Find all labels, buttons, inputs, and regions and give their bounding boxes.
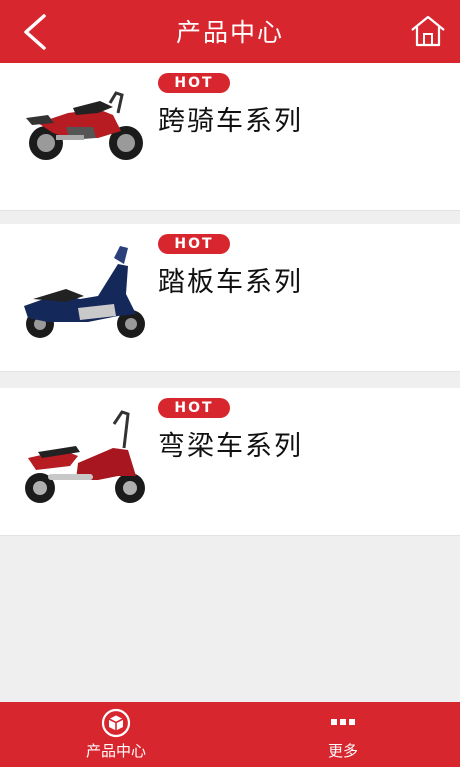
box-circle-icon: [101, 708, 131, 738]
motorcycle-image: [26, 91, 143, 160]
product-card-scooter[interactable]: HOT 踏板车系列: [0, 224, 460, 372]
product-name: 踏板车系列: [158, 267, 303, 298]
underbone-motorcycle-image: [25, 410, 145, 503]
hot-badge: HOT: [158, 234, 230, 254]
home-icon[interactable]: [410, 14, 446, 48]
tab-label: 产品中心: [85, 742, 146, 760]
hot-badge: HOT: [158, 73, 230, 93]
hot-badge: HOT: [158, 398, 230, 418]
tab-more[interactable]: 更多: [283, 702, 403, 767]
page-title: 产品中心: [175, 18, 284, 47]
product-card-underbone[interactable]: HOT 弯梁车系列: [0, 388, 460, 536]
scooter-image: [24, 246, 145, 338]
product-card-street[interactable]: HOT 跨骑车系列: [0, 63, 460, 211]
more-dots-icon: [331, 719, 355, 725]
product-name: 跨骑车系列: [158, 106, 303, 137]
product-name: 弯梁车系列: [158, 431, 303, 462]
tab-label: 更多: [327, 742, 358, 760]
tab-product-center[interactable]: 产品中心: [56, 702, 176, 767]
bottom-tab-bar: 产品中心 更多: [0, 702, 460, 767]
top-bar: 产品中心: [0, 0, 460, 63]
